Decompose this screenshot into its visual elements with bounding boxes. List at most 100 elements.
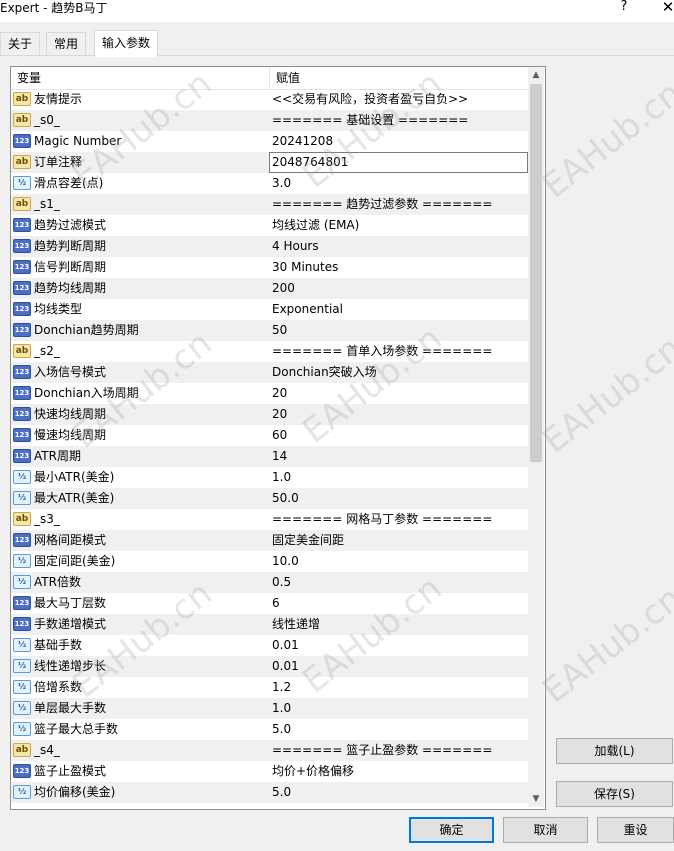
table-row[interactable]: ab _s1_ ======= 趋势过滤参数 ======= xyxy=(11,194,529,215)
value-cell[interactable]: 50.0 xyxy=(272,488,299,509)
value-cell[interactable]: 1.2 xyxy=(272,677,291,698)
value-cell[interactable]: ======= 基础设置 ======= xyxy=(272,110,468,131)
variable-name: 趋势均线周期 xyxy=(34,281,107,295)
value-cell[interactable]: 1.0 xyxy=(272,698,291,719)
table-row[interactable]: ab _s2_ ======= 首单入场参数 ======= xyxy=(11,341,529,362)
table-row[interactable]: 123 最大马丁层数 6 xyxy=(11,593,529,614)
table-row[interactable]: ½ 单层最大手数 1.0 xyxy=(11,698,529,719)
table-row[interactable]: ½ 均价偏移(美金) 5.0 xyxy=(11,782,529,803)
value-cell[interactable]: 0.01 xyxy=(272,656,299,677)
table-row[interactable]: ab _s4_ ======= 篮子止盈参数 ======= xyxy=(11,740,529,761)
value-cell[interactable]: 均价+价格偏移 xyxy=(272,761,354,782)
table-row[interactable]: ½ 基础手数 0.01 xyxy=(11,635,529,656)
cancel-button[interactable]: 取消 xyxy=(503,817,588,843)
value-cell[interactable]: 0.5 xyxy=(272,572,291,593)
value-cell[interactable]: 10.0 xyxy=(272,551,299,572)
table-row[interactable]: 123 均线类型 Exponential xyxy=(11,299,529,320)
value-cell[interactable]: 20 xyxy=(272,383,287,404)
variable-name: _s3_ xyxy=(34,512,60,526)
table-row[interactable]: ½ 最大ATR(美金) 50.0 xyxy=(11,488,529,509)
table-row[interactable]: ab 订单注释 2048764801 xyxy=(11,152,529,173)
integer-type-icon: 123 xyxy=(13,260,31,274)
value-edit-field[interactable]: 2048764801 xyxy=(269,152,528,173)
tab-common[interactable]: 常用 xyxy=(46,32,87,55)
double-type-icon: ½ xyxy=(13,575,31,589)
table-row[interactable]: 123 入场信号模式 Donchian突破入场 xyxy=(11,362,529,383)
variable-name: Donchian入场周期 xyxy=(34,386,139,400)
table-row[interactable]: ½ 固定间距(美金) 10.0 xyxy=(11,551,529,572)
table-row[interactable]: ½ 篮子最大总手数 5.0 xyxy=(11,719,529,740)
load-button[interactable]: 加载(L) xyxy=(556,738,673,764)
parameters-grid[interactable]: 变量 赋值 ab 友情提示 <<交易有风险，投资者盈亏自负>> ab _s0_ =====… xyxy=(10,66,546,810)
table-row[interactable]: 123 ATR周期 14 xyxy=(11,446,529,467)
table-row[interactable]: 123 手数递增模式 线性递增 xyxy=(11,614,529,635)
column-header-variable[interactable]: 变量 xyxy=(11,67,270,89)
variable-name: 手数递增模式 xyxy=(34,617,107,631)
variable-name: 线性递增步长 xyxy=(34,659,107,673)
value-cell[interactable]: ======= 趋势过滤参数 ======= xyxy=(272,194,492,215)
table-row[interactable]: 123 趋势判断周期 4 Hours xyxy=(11,236,529,257)
tab-inputs[interactable]: 输入参数 xyxy=(94,30,159,57)
string-type-icon: ab xyxy=(13,197,31,211)
value-cell[interactable]: ======= 篮子止盈参数 ======= xyxy=(272,740,492,761)
value-cell[interactable]: 6 xyxy=(272,593,280,614)
title-bar: Expert - 趋势B马丁 ? ✕ xyxy=(0,0,674,22)
save-button[interactable]: 保存(S) xyxy=(556,781,673,807)
vertical-scrollbar[interactable]: ▲ ▼ xyxy=(528,67,544,807)
variable-name: ATR倍数 xyxy=(34,575,81,589)
value-cell[interactable]: 4 Hours xyxy=(272,236,319,257)
value-cell[interactable]: 200 xyxy=(272,278,295,299)
help-button[interactable]: ? xyxy=(614,0,634,16)
column-header-value[interactable]: 赋值 xyxy=(270,67,534,89)
reset-button[interactable]: 重设 xyxy=(597,817,674,843)
table-row[interactable]: ½ ATR倍数 0.5 xyxy=(11,572,529,593)
table-row[interactable]: ½ 最小ATR(美金) 1.0 xyxy=(11,467,529,488)
table-row[interactable]: 123 慢速均线周期 60 xyxy=(11,425,529,446)
table-row[interactable]: 123 Donchian入场周期 20 xyxy=(11,383,529,404)
table-row[interactable]: 123 信号判断周期 30 Minutes xyxy=(11,257,529,278)
table-row[interactable]: ½ 滑点容差(点) 3.0 xyxy=(11,173,529,194)
value-cell[interactable]: 3.0 xyxy=(272,173,291,194)
integer-type-icon: 123 xyxy=(13,764,31,778)
value-cell[interactable]: 均线过滤 (EMA) xyxy=(272,215,359,236)
value-cell[interactable]: 30 Minutes xyxy=(272,257,338,278)
value-cell[interactable]: 50 xyxy=(272,320,287,341)
value-cell[interactable]: 固定美金间距 xyxy=(272,530,344,551)
scroll-up-arrow-icon[interactable]: ▲ xyxy=(528,67,544,83)
value-cell[interactable]: 1.0 xyxy=(272,467,291,488)
table-row[interactable]: 123 网格间距模式 固定美金间距 xyxy=(11,530,529,551)
variable-name: 均价偏移(美金) xyxy=(34,785,116,799)
table-row[interactable]: ab _s3_ ======= 网格马丁参数 ======= xyxy=(11,509,529,530)
value-cell[interactable]: 线性递增 xyxy=(272,614,320,635)
value-cell[interactable]: 20241208 xyxy=(272,131,333,152)
integer-type-icon: 123 xyxy=(13,239,31,253)
value-cell[interactable]: 14 xyxy=(272,446,287,467)
value-cell[interactable]: 5.0 xyxy=(272,782,291,803)
value-cell[interactable]: 20 xyxy=(272,404,287,425)
table-row[interactable]: 123 Donchian趋势周期 50 xyxy=(11,320,529,341)
table-row[interactable]: ½ 倍增系数 1.2 xyxy=(11,677,529,698)
table-row[interactable]: 123 篮子止盈模式 均价+价格偏移 xyxy=(11,761,529,782)
table-row[interactable]: ab _s0_ ======= 基础设置 ======= xyxy=(11,110,529,131)
value-cell[interactable]: 0.01 xyxy=(272,635,299,656)
table-row[interactable]: 123 快速均线周期 20 xyxy=(11,404,529,425)
table-row[interactable]: 123 趋势均线周期 200 xyxy=(11,278,529,299)
value-cell[interactable]: ======= 首单入场参数 ======= xyxy=(272,341,492,362)
table-row[interactable]: ab 友情提示 <<交易有风险，投资者盈亏自负>> xyxy=(11,89,529,110)
variable-name: 倍增系数 xyxy=(34,680,83,694)
value-cell[interactable]: Donchian突破入场 xyxy=(272,362,377,383)
value-cell[interactable]: ======= 网格马丁参数 ======= xyxy=(272,509,492,530)
scrollbar-thumb[interactable] xyxy=(530,84,542,462)
string-type-icon: ab xyxy=(13,92,31,106)
table-row[interactable]: 123 趋势过滤模式 均线过滤 (EMA) xyxy=(11,215,529,236)
value-cell[interactable]: Exponential xyxy=(272,299,343,320)
value-cell[interactable]: 60 xyxy=(272,425,287,446)
table-row[interactable]: ½ 线性递增步长 0.01 xyxy=(11,656,529,677)
value-cell[interactable]: 5.0 xyxy=(272,719,291,740)
table-row[interactable]: 123 Magic Number 20241208 xyxy=(11,131,529,152)
ok-button[interactable]: 确定 xyxy=(409,817,494,843)
tab-about[interactable]: 关于 xyxy=(0,32,41,55)
scroll-down-arrow-icon[interactable]: ▼ xyxy=(528,791,544,807)
close-button[interactable]: ✕ xyxy=(658,0,674,16)
value-cell[interactable]: <<交易有风险，投资者盈亏自负>> xyxy=(272,89,468,110)
